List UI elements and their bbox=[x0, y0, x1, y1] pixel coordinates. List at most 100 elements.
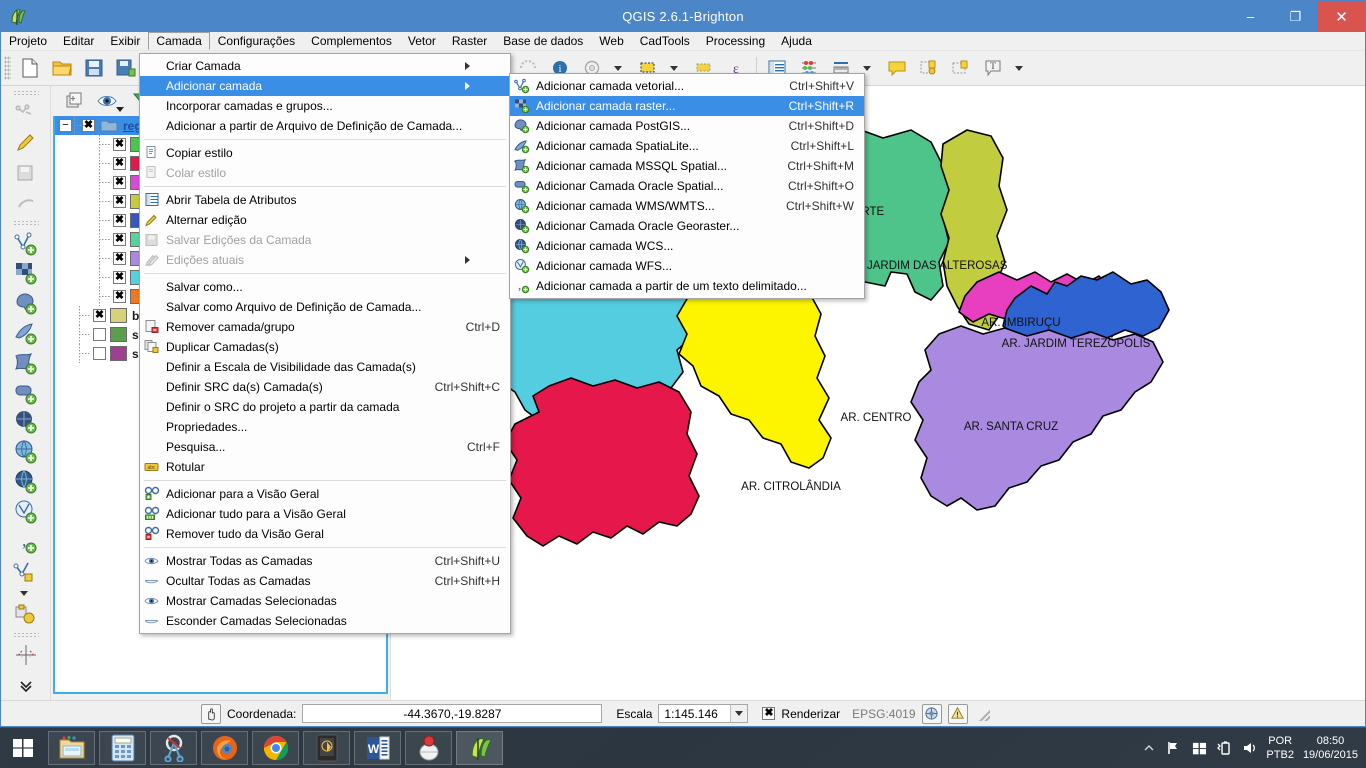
save-project-as-icon[interactable] bbox=[110, 53, 142, 83]
battery-icon[interactable] bbox=[1216, 740, 1232, 756]
new-bookmark-icon[interactable] bbox=[913, 53, 945, 83]
add-mssql-layer-icon[interactable] bbox=[6, 348, 46, 378]
rail-grip-3[interactable] bbox=[12, 631, 39, 638]
new-project-icon[interactable] bbox=[14, 53, 46, 83]
child-visibility-checkbox[interactable]: ✖ bbox=[113, 214, 126, 227]
add-wms-layer-icon[interactable] bbox=[6, 437, 46, 467]
map-tips-icon[interactable] bbox=[881, 53, 913, 83]
minimize-button[interactable]: – bbox=[1228, 1, 1273, 32]
menu-item-salvar-como-arquivo-de-defini-o-de-camada[interactable]: Salvar como Arquivo de Definição de Cama… bbox=[140, 297, 510, 317]
child-visibility-checkbox[interactable]: ✖ bbox=[113, 233, 126, 246]
taskbar-media-player[interactable] bbox=[303, 731, 350, 765]
add-postgis-layer-icon[interactable] bbox=[6, 288, 46, 318]
submenu-item-adicionar-camada-mssql-spatial[interactable]: Adicionar camada MSSQL Spatial... Ctrl+Sh… bbox=[510, 156, 864, 176]
menu-item-duplicar-camadas-s[interactable]: Duplicar Camadas(s) bbox=[140, 337, 510, 357]
add-delimited-text-layer-icon[interactable]: , bbox=[6, 527, 46, 557]
taskbar-qgis[interactable] bbox=[456, 731, 503, 765]
toggle-editing-icon[interactable] bbox=[6, 129, 46, 159]
layer-visibility-checkbox[interactable]: ✖ bbox=[93, 309, 106, 322]
menu-item-pesquisa[interactable]: Pesquisa... Ctrl+F bbox=[140, 437, 510, 457]
add-wfs-layer-icon[interactable] bbox=[6, 497, 46, 527]
add-group-icon[interactable] bbox=[57, 88, 91, 114]
taskbar-google-chrome[interactable] bbox=[252, 731, 299, 765]
taskbar-snipping-tool[interactable] bbox=[150, 731, 197, 765]
scale-combo[interactable]: 1:145.146 bbox=[658, 704, 749, 723]
child-visibility-checkbox[interactable]: ✖ bbox=[113, 290, 126, 303]
child-visibility-checkbox[interactable]: ✖ bbox=[113, 271, 126, 284]
submenu-item-adicionar-camada-wcs[interactable]: Adicionar camada WCS... bbox=[510, 236, 864, 256]
show-bookmarks-icon[interactable] bbox=[945, 53, 977, 83]
menu-item-mostrar-camadas-selecionadas[interactable]: Mostrar Camadas Selecionadas bbox=[140, 591, 510, 611]
submenu-item-adicionar-camada-raster[interactable]: Adicionar camada raster... Ctrl+Shift+R bbox=[510, 96, 864, 116]
menu-item-salvar-edi-es-da-camada[interactable]: Salvar Edições da Camada bbox=[140, 230, 510, 250]
maximize-button[interactable]: ❐ bbox=[1273, 1, 1318, 32]
taskbar-calculator[interactable] bbox=[99, 731, 146, 765]
submenu-item-adicionar-camada-spatialite[interactable]: Adicionar camada SpatiaLite... Ctrl+Shift… bbox=[510, 136, 864, 156]
menubar-item-configura-es[interactable]: Configurações bbox=[210, 32, 303, 50]
menu-item-adicionar-para-a-vis-o-geral[interactable]: Adicionar para a Visão Geral bbox=[140, 484, 510, 504]
windows-icon[interactable] bbox=[1191, 740, 1207, 756]
child-visibility-checkbox[interactable]: ✖ bbox=[113, 138, 126, 151]
annotation-dropdown-icon[interactable] bbox=[1009, 53, 1033, 83]
node-tool-icon[interactable] bbox=[6, 188, 46, 218]
menubar-item-web[interactable]: Web bbox=[591, 32, 631, 50]
warning-icon[interactable] bbox=[947, 703, 968, 724]
menu-item-copiar-estilo[interactable]: Copiar estilo bbox=[140, 143, 510, 163]
menu-item-definir-src-da-s-camada-s[interactable]: Definir SRC da(s) Camada(s) Ctrl+Shift+C bbox=[140, 377, 510, 397]
menu-item-remover-tudo-da-vis-o-geral[interactable]: Remover tudo da Visão Geral bbox=[140, 524, 510, 544]
chevron-up-icon[interactable] bbox=[1141, 740, 1157, 756]
menu-item-remover-camada-grupo[interactable]: Remover camada/grupo Ctrl+D bbox=[140, 317, 510, 337]
child-visibility-checkbox[interactable]: ✖ bbox=[113, 195, 126, 208]
network-flag-icon[interactable] bbox=[1166, 740, 1182, 756]
scale-dropdown-arrow[interactable] bbox=[730, 705, 748, 722]
speaker-icon[interactable] bbox=[1241, 740, 1257, 756]
menu-item-esconder-camadas-selecionadas[interactable]: Esconder Camadas Selecionadas bbox=[140, 611, 510, 631]
submenu-item-adicionar-camada-wms-wmts[interactable]: Adicionar camada WMS/WMTS... Ctrl+Shift+W bbox=[510, 196, 864, 216]
camada-menu[interactable]: Criar Camada Adicionar camada Incorporar c… bbox=[139, 53, 511, 634]
menu-item-mostrar-todas-as-camadas[interactable]: Mostrar Todas as Camadas Ctrl+Shift+U bbox=[140, 551, 510, 571]
crs-globe-icon[interactable] bbox=[921, 703, 942, 724]
open-project-icon[interactable] bbox=[46, 53, 78, 83]
child-visibility-checkbox[interactable]: ✖ bbox=[113, 157, 126, 170]
menubar-item-camada[interactable]: Camada bbox=[148, 32, 210, 50]
menu-item-definir-o-src-do-projeto-a-partir-da-camada[interactable]: Definir o SRC do projeto a partir da cam… bbox=[140, 397, 510, 417]
digitize-toolbar-icon[interactable] bbox=[6, 99, 46, 129]
child-visibility-checkbox[interactable]: ✖ bbox=[113, 176, 126, 189]
add-wcs-layer-icon[interactable] bbox=[6, 467, 46, 497]
menu-item-ocultar-todas-as-camadas[interactable]: Ocultar Todas as Camadas Ctrl+Shift+H bbox=[140, 571, 510, 591]
menubar-item-vetor[interactable]: Vetor bbox=[400, 32, 444, 50]
menu-item-adicionar-camada[interactable]: Adicionar camada bbox=[140, 76, 510, 96]
new-memory-layer-icon[interactable] bbox=[6, 600, 46, 630]
text-annotation-icon[interactable]: T bbox=[977, 53, 1009, 83]
add-oracle-spatial-layer-icon[interactable] bbox=[6, 378, 46, 408]
taskbar-mouse-utility[interactable] bbox=[405, 731, 452, 765]
submenu-item-adicionar-camada-oracle-georaster[interactable]: Adicionar Camada Oracle Georaster... bbox=[510, 216, 864, 236]
add-raster-layer-icon[interactable] bbox=[6, 259, 46, 289]
menu-item-definir-a-escala-de-visibilidade-das-camada-s[interactable]: Definir a Escala de Visibilidade das Cam… bbox=[140, 357, 510, 377]
menubar-item-base-de-dados[interactable]: Base de dados bbox=[495, 32, 591, 50]
menu-item-adicionar-a-partir-de-arquivo-de-defini-o-de-camada[interactable]: Adicionar a partir de Arquivo de Definiç… bbox=[140, 116, 510, 136]
submenu-item-adicionar-camada-vetorial[interactable]: Adicionar camada vetorial... Ctrl+Shift+V bbox=[510, 76, 864, 96]
menubar-item-exibir[interactable]: Exibir bbox=[102, 32, 148, 50]
menubar-item-ajuda[interactable]: Ajuda bbox=[773, 32, 820, 50]
submenu-item-adicionar-camada-postgis[interactable]: Adicionar camada PostGIS... Ctrl+Shift+D bbox=[510, 116, 864, 136]
layer-visibility-checkbox[interactable] bbox=[93, 328, 106, 341]
menu-item-propriedades[interactable]: Propriedades... bbox=[140, 417, 510, 437]
menubar-item-processing[interactable]: Processing bbox=[698, 32, 773, 50]
submenu-item-adicionar-camada-wfs[interactable]: Adicionar camada WFS... bbox=[510, 256, 864, 276]
menubar-item-complementos[interactable]: Complementos bbox=[303, 32, 400, 50]
new-shapefile-layer-icon[interactable] bbox=[6, 556, 46, 586]
new-layer-dropdown-icon[interactable] bbox=[6, 586, 46, 599]
adicionar-camada-submenu[interactable]: Adicionar camada vetorial... Ctrl+Shift+V… bbox=[509, 73, 865, 299]
snapping-options-icon[interactable] bbox=[6, 640, 46, 670]
menu-item-alternar-edi-o[interactable]: Alternar edição bbox=[140, 210, 510, 230]
menu-item-abrir-tabela-de-atributos[interactable]: Abrir Tabela de Atributos bbox=[140, 190, 510, 210]
menu-item-salvar-como[interactable]: Salvar como... bbox=[140, 277, 510, 297]
add-vector-layer-icon[interactable] bbox=[6, 229, 46, 259]
manage-layer-visibility-icon[interactable] bbox=[91, 88, 125, 114]
taskbar-file-explorer[interactable] bbox=[48, 731, 95, 765]
rail-more-icon[interactable] bbox=[6, 670, 46, 700]
clock[interactable]: 08:50 19/06/2015 bbox=[1303, 734, 1358, 762]
layer-visibility-checkbox[interactable] bbox=[93, 347, 106, 360]
menu-item-edi-es-atuais[interactable]: Edições atuais bbox=[140, 250, 510, 270]
